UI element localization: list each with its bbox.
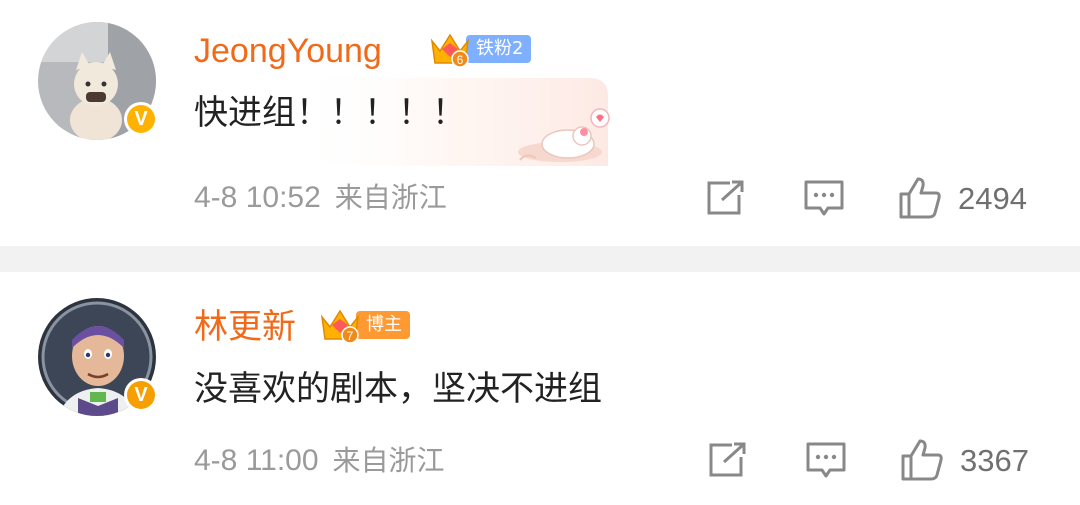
badge-label: 铁粉2 <box>466 35 532 63</box>
like-count: 2494 <box>958 180 1027 216</box>
svg-text:6: 6 <box>457 53 464 67</box>
like-button[interactable]: 2494 <box>898 176 1027 220</box>
location: 来自浙江 <box>332 444 445 477</box>
timestamp: 4-8 10:52 <box>194 181 321 214</box>
comment-button[interactable] <box>806 442 846 480</box>
avatar[interactable]: V <box>38 298 158 416</box>
verified-badge: V <box>124 102 158 136</box>
comment-icon <box>804 180 844 216</box>
repost-button[interactable] <box>706 180 746 216</box>
thumbs-up-icon <box>899 177 941 219</box>
comment-text: 没喜欢的剧本，坚决不进组 <box>194 369 602 409</box>
comment-icon <box>806 442 846 478</box>
comment-meta: 4-8 11:00 来自浙江 <box>194 446 445 476</box>
badge-label: 博主 <box>356 311 410 339</box>
repost-button[interactable] <box>708 442 748 478</box>
crown-icon: 6 <box>428 29 472 69</box>
comment-item: V 林更新 7 博主 没喜欢的剧本，坚决不进组 4-8 11:00 来自浙江 3… <box>0 272 1080 505</box>
username[interactable]: JeongYoung <box>194 34 382 68</box>
comment-item: V JeongYoung 6 铁粉2 快进组！！！！！ 4-8 10:52 来自… <box>0 0 1080 246</box>
comment-text: 快进组！！！！！ <box>194 93 466 133</box>
username[interactable]: 林更新 <box>194 310 296 344</box>
comment-divider <box>0 246 1080 272</box>
crown-icon: 7 <box>318 305 362 345</box>
verified-badge: V <box>124 378 158 412</box>
comment-button[interactable] <box>804 180 844 218</box>
avatar[interactable]: V <box>38 22 158 140</box>
thumbs-up-icon <box>901 439 943 481</box>
like-button[interactable]: 3367 <box>900 438 1029 482</box>
fan-badge[interactable]: 6 铁粉2 <box>428 33 532 68</box>
location: 来自浙江 <box>334 181 447 214</box>
svg-text:7: 7 <box>347 329 354 343</box>
fan-badge[interactable]: 7 博主 <box>318 309 410 344</box>
like-count: 3367 <box>960 442 1029 478</box>
share-icon <box>707 180 744 215</box>
share-icon <box>709 442 746 477</box>
comment-meta: 4-8 10:52 来自浙江 <box>194 183 447 213</box>
timestamp: 4-8 11:00 <box>194 444 319 477</box>
